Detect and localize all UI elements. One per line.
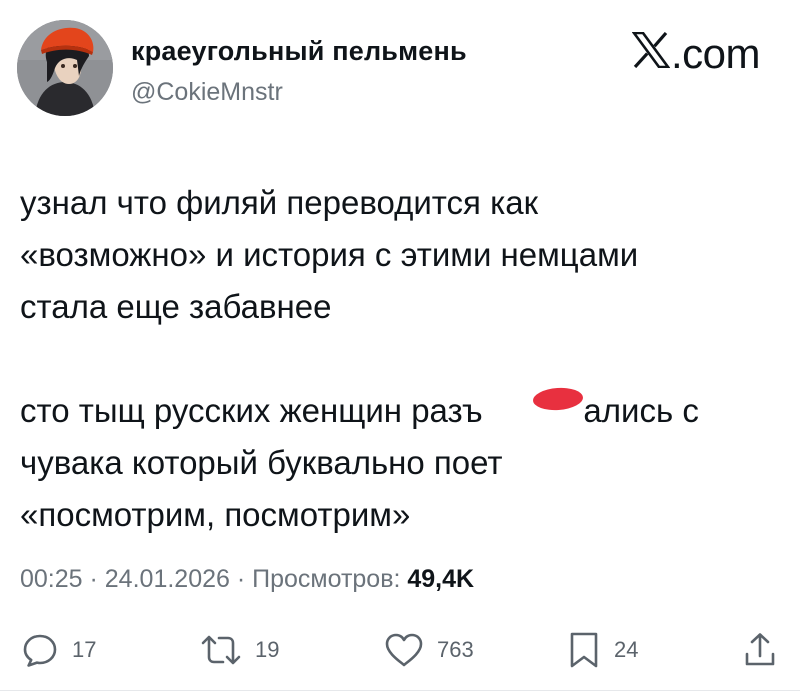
share-button[interactable] bbox=[742, 628, 778, 672]
reply-icon bbox=[23, 634, 57, 667]
avatar[interactable] bbox=[17, 20, 113, 116]
meta-separator: · bbox=[229, 565, 253, 593]
retweet-count: 19 bbox=[255, 637, 280, 662]
author-handle[interactable]: @CokieMnstr bbox=[131, 78, 283, 107]
retweet-icon bbox=[201, 635, 241, 665]
action-bar: 17 19 763 24 bbox=[0, 628, 800, 672]
bookmark-count: 24 bbox=[614, 637, 639, 662]
heart-icon bbox=[385, 633, 423, 667]
like-button[interactable]: 763 bbox=[383, 628, 474, 672]
post-paragraph: узнал что филяй переводится как «возможн… bbox=[20, 177, 760, 333]
share-icon bbox=[745, 633, 775, 666]
post-meta: 00:25 · 24.01.2026 · Просмотров: 49,4K bbox=[20, 565, 474, 594]
avatar-image bbox=[17, 20, 113, 116]
meta-separator: · bbox=[82, 565, 105, 593]
brand-watermark: .com bbox=[632, 30, 761, 78]
reply-count: 17 bbox=[72, 637, 97, 662]
x-logo-icon bbox=[632, 32, 670, 68]
views-count: 49,4K bbox=[407, 565, 475, 593]
bookmark-icon bbox=[570, 632, 598, 668]
post-time[interactable]: 00:25 bbox=[20, 565, 83, 593]
post-line: стала еще забавнее bbox=[20, 288, 332, 325]
divider bbox=[0, 690, 800, 691]
like-count: 763 bbox=[437, 637, 474, 662]
post-line: чувака который буквально поет bbox=[20, 444, 503, 481]
post-paragraph: сто тыщ русских женщин разъ ались с чува… bbox=[20, 385, 760, 541]
author-display-name[interactable]: краеугольный пельмень bbox=[131, 36, 467, 67]
retweet-button[interactable]: 19 bbox=[199, 628, 279, 672]
views-label: Просмотров: bbox=[252, 565, 408, 593]
bookmark-button[interactable]: 24 bbox=[566, 628, 638, 672]
brand-label: .com bbox=[671, 30, 761, 77]
reply-button[interactable]: 17 bbox=[20, 628, 96, 672]
post-line: «посмотрим, посмотрим» bbox=[20, 496, 411, 533]
post-text: узнал что филяй переводится как «возможн… bbox=[20, 177, 760, 541]
tweet-card: краеугольный пельмень @CokieMnstr .com у… bbox=[0, 0, 800, 699]
post-date[interactable]: 24.01.2026 bbox=[105, 565, 230, 593]
post-line: узнал что филяй переводится как bbox=[20, 184, 539, 221]
post-line: «возможно» и история с этими немцами bbox=[20, 236, 639, 273]
post-line: сто тыщ русских женщин разъ ались с bbox=[20, 392, 699, 429]
